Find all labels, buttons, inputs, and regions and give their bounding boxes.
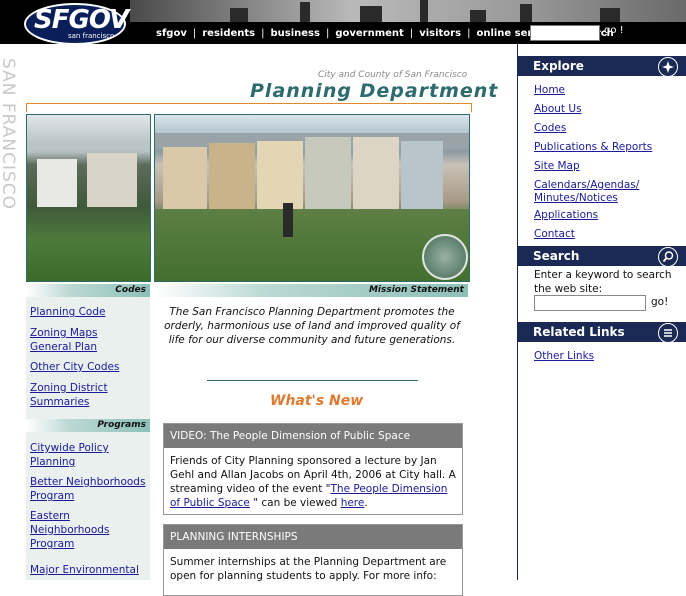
sidebar-link-calendars[interactable]: Calendars/Agendas/ Minutes/Notices [534, 179, 639, 205]
title-divider [26, 103, 472, 112]
victorian-houses-photo-left [26, 114, 151, 282]
news-body-text: . [364, 497, 368, 509]
site-header: SFGOV san francisco sfgov | residents | bu… [0, 0, 686, 44]
skyline-building [520, 4, 532, 22]
nav-visitors[interactable]: visitors [419, 28, 461, 39]
news-item-internships: PLANNING INTERNSHIPS Summer internships … [163, 524, 463, 596]
related-links-header: Related Links [517, 322, 686, 343]
news-item-title: PLANNING INTERNSHIPS [164, 525, 462, 549]
links-icon [658, 323, 678, 343]
city-county-title: City and County of San Francisco [318, 70, 468, 80]
house-shape [163, 147, 207, 209]
link-better-neighborhoods-program[interactable]: Better Neighborhoods Program [30, 475, 145, 503]
compass-icon [658, 57, 678, 77]
header-go-button[interactable]: go ! [604, 25, 624, 36]
skyline-building [470, 10, 486, 22]
house-shape [401, 141, 443, 209]
park-grass [155, 209, 469, 281]
link-major-environmental[interactable]: Major Environmental [30, 563, 139, 577]
tab-mission-statement: Mission Statement [154, 284, 468, 297]
skyline-building [360, 6, 382, 22]
link-eastern-neighborhoods-program[interactable]: Eastern Neighborhoods Program [30, 509, 109, 551]
search-title: Search [533, 249, 580, 263]
news-item-title: VIDEO: The People Dimension of Public Sp… [164, 424, 462, 448]
search-header: Search [517, 246, 686, 267]
link-planning-code[interactable]: Planning Code [30, 305, 105, 319]
nav-business[interactable]: business [271, 28, 320, 39]
link-other-city-codes[interactable]: Other City Codes [30, 360, 119, 374]
explore-title: Explore [533, 59, 584, 73]
page-title: Planning Department [250, 80, 499, 102]
nav-residents[interactable]: residents [202, 28, 255, 39]
sidebar-search-input[interactable] [534, 295, 646, 311]
house-shape [209, 143, 255, 209]
tab-programs: Programs [26, 419, 150, 432]
link-zoning-maps-general-plan[interactable]: Zoning Maps General Plan [30, 326, 97, 354]
link-citywide-policy-planning[interactable]: Citywide Policy Planning [30, 441, 109, 469]
skyline-building [230, 8, 248, 22]
whats-new-heading: What's New [270, 393, 364, 409]
house-shape [87, 153, 137, 207]
sfgov-logo[interactable]: SFGOV san francisco [24, 2, 129, 44]
left-vertical-banner: SAN FRANCISCO [0, 44, 18, 580]
logo-subtext: san francisco [68, 32, 115, 40]
explore-header: Explore [517, 56, 686, 77]
skyline-building [600, 8, 620, 22]
search-instructions: Enter a keyword to search the web site: [534, 269, 672, 295]
magnifier-icon [658, 247, 678, 267]
nav-government[interactable]: government [335, 28, 403, 39]
link-here[interactable]: here [341, 497, 365, 509]
sidebar-link-applications[interactable]: Applications [534, 209, 598, 222]
news-item-body: Summer internships at the Planning Depar… [170, 556, 447, 582]
skyline-building [420, 0, 428, 22]
person-figure [283, 203, 293, 237]
sidebar-link-other-links[interactable]: Other Links [534, 350, 594, 363]
sidebar-link-publications-reports[interactable]: Publications & Reports [534, 141, 652, 154]
nav-separator: | [261, 27, 265, 39]
san-francisco-vertical-text: SAN FRANCISCO [0, 58, 18, 211]
section-divider [207, 380, 418, 381]
related-links-title: Related Links [533, 325, 625, 339]
city-seal-icon [422, 234, 468, 280]
nav-sfgov[interactable]: sfgov [156, 28, 187, 39]
house-shape [353, 137, 399, 209]
sidebar-link-home[interactable]: Home [534, 84, 565, 97]
news-item-video: VIDEO: The People Dimension of Public Sp… [163, 423, 463, 515]
sidebar-link-about-us[interactable]: About Us [534, 103, 582, 116]
house-shape [37, 159, 77, 207]
link-zoning-district-summaries[interactable]: Zoning District Summaries [30, 381, 108, 409]
tab-codes: Codes [26, 284, 150, 297]
nav-separator: | [467, 27, 471, 39]
mission-statement-text: The San Francisco Planning Department pr… [164, 306, 460, 346]
sky-shape [27, 115, 150, 145]
skyline-building [300, 2, 310, 22]
news-body-text: " can be viewed [249, 497, 341, 509]
sidebar-link-codes[interactable]: Codes [534, 122, 566, 135]
nav-separator: | [409, 27, 414, 39]
header-search-input[interactable] [530, 25, 600, 41]
house-shape [257, 141, 303, 209]
nav-separator: | [192, 27, 197, 39]
house-shape [305, 137, 351, 209]
sidebar-link-site-map[interactable]: Site Map [534, 160, 580, 173]
sidebar-search-go-button[interactable]: go! [651, 296, 668, 308]
nav-separator: | [325, 27, 330, 39]
logo-text: SFGOV [34, 5, 129, 35]
sidebar-link-contact[interactable]: Contact [534, 228, 575, 241]
news-item-body: Friends of City Planning sponsored a lec… [164, 448, 462, 516]
